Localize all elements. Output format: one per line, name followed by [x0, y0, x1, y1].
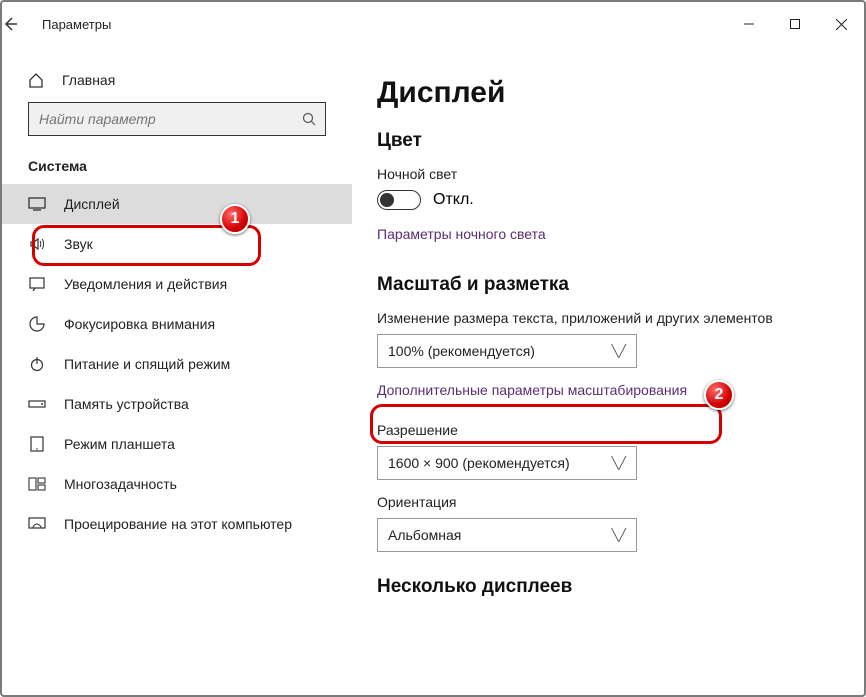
color-heading: Цвет: [377, 130, 834, 152]
back-button[interactable]: [2, 16, 42, 32]
search-input[interactable]: [28, 102, 326, 136]
night-light-toggle[interactable]: [377, 190, 421, 210]
nav-focus[interactable]: Фокусировка внимания: [2, 304, 352, 344]
home-label: Главная: [62, 72, 115, 88]
projection-icon: [28, 517, 46, 531]
window-title: Параметры: [42, 17, 111, 32]
nav-tablet[interactable]: Режим планшета: [2, 424, 352, 464]
nav-label: Многозадачность: [64, 476, 177, 492]
scale-heading: Масштаб и разметка: [377, 274, 834, 296]
annotation-badge-2: 2: [704, 380, 734, 410]
multi-display-heading: Несколько дисплеев: [377, 576, 834, 598]
scale-value: 100% (рекомендуется): [388, 343, 535, 359]
sidebar: Главная Система Дисплей Звук: [2, 46, 352, 695]
nav-notifications[interactable]: Уведомления и действия: [2, 264, 352, 304]
scale-desc: Изменение размера текста, приложений и д…: [377, 310, 834, 326]
nav-multitask[interactable]: Многозадачность: [2, 464, 352, 504]
nav-label: Режим планшета: [64, 436, 175, 452]
close-button[interactable]: [818, 2, 864, 46]
chevron-down-icon: ╲╱: [612, 344, 626, 358]
night-light-label: Ночной свет: [377, 166, 834, 182]
chevron-down-icon: ╲╱: [612, 456, 626, 470]
titlebar: Параметры: [2, 2, 864, 46]
window-controls: [726, 2, 864, 46]
orientation-dropdown[interactable]: Альбомная ╲╱: [377, 518, 637, 552]
minimize-button[interactable]: [726, 2, 772, 46]
nav-projection[interactable]: Проецирование на этот компьютер: [2, 504, 352, 544]
night-light-state: Откл.: [433, 191, 474, 209]
resolution-dropdown[interactable]: 1600 × 900 (рекомендуется) ╲╱: [377, 446, 637, 480]
nav-display[interactable]: Дисплей: [2, 184, 352, 224]
resolution-value: 1600 × 900 (рекомендуется): [388, 455, 570, 471]
night-light-settings-link[interactable]: Параметры ночного света: [377, 226, 546, 242]
main-panel: Дисплей Цвет Ночной свет Откл. Параметры…: [352, 46, 864, 695]
storage-icon: [28, 398, 46, 410]
tablet-icon: [28, 436, 46, 452]
nav-storage[interactable]: Память устройства: [2, 384, 352, 424]
home-icon: [28, 72, 44, 88]
nav-label: Уведомления и действия: [64, 276, 227, 292]
home-button[interactable]: Главная: [2, 66, 352, 102]
chevron-down-icon: ╲╱: [612, 528, 626, 542]
display-icon: [28, 197, 46, 211]
advanced-scaling-link[interactable]: Дополнительные параметры масштабирования: [377, 382, 687, 398]
nav-label: Проецирование на этот компьютер: [64, 516, 292, 532]
annotation-badge-1: 1: [220, 204, 250, 234]
scale-dropdown[interactable]: 100% (рекомендуется) ╲╱: [377, 334, 637, 368]
power-icon: [28, 356, 46, 372]
settings-window: Параметры Главная: [0, 0, 866, 697]
multitask-icon: [28, 477, 46, 491]
maximize-button[interactable]: [772, 2, 818, 46]
section-system: Система: [2, 158, 352, 184]
nav-power[interactable]: Питание и спящий режим: [2, 344, 352, 384]
page-title: Дисплей: [377, 76, 834, 110]
nav-label: Дисплей: [64, 196, 120, 212]
search-box[interactable]: [28, 102, 326, 136]
orientation-label: Ориентация: [377, 494, 834, 510]
nav-label: Память устройства: [64, 396, 189, 412]
nav-label: Питание и спящий режим: [64, 356, 230, 372]
nav-label: Фокусировка внимания: [64, 316, 215, 332]
search-icon: [302, 112, 316, 126]
orientation-value: Альбомная: [388, 527, 461, 543]
focus-icon: [28, 316, 46, 332]
notification-icon: [28, 277, 46, 291]
annotation-highlight-2: [370, 404, 722, 444]
